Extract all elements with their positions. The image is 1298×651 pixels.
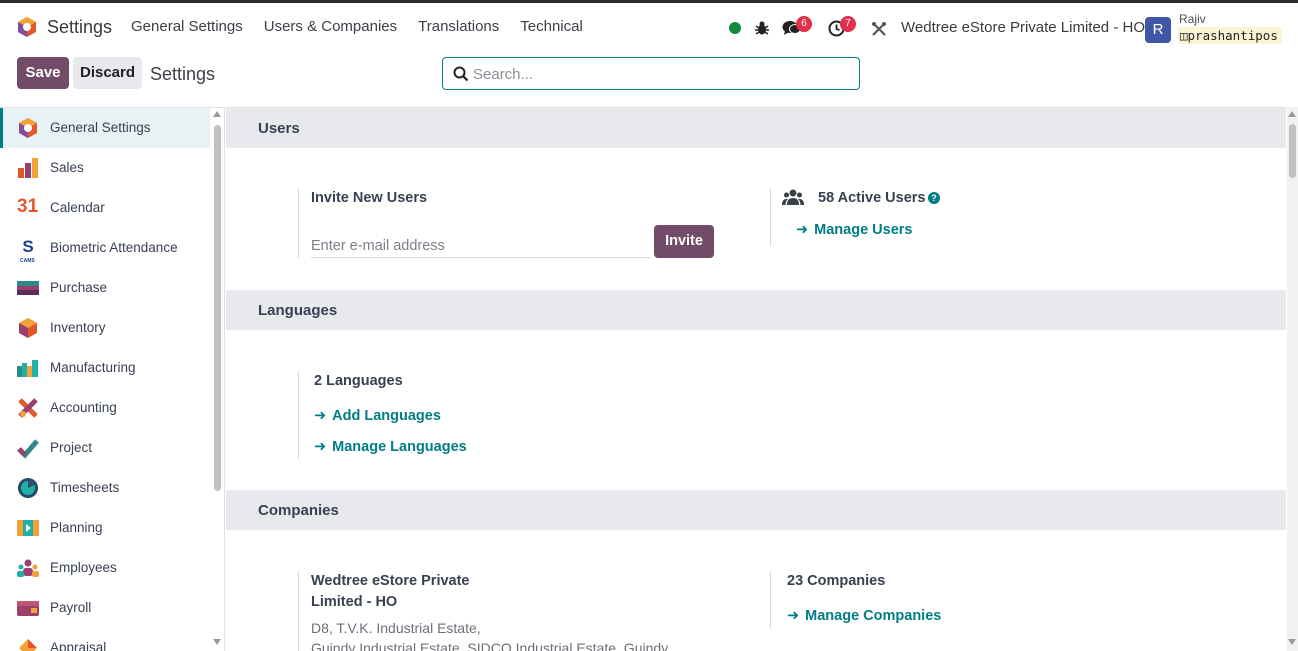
- manage-users-link[interactable]: ➜ Manage Users: [796, 222, 912, 238]
- settings-content: Users Invite New Users Invite 58 Active …: [226, 107, 1286, 651]
- divider: [298, 371, 299, 459]
- database-icon: ◫: [1180, 28, 1188, 43]
- settings-logo-icon[interactable]: [16, 16, 38, 38]
- accounting-app-icon: [18, 398, 38, 418]
- svg-text:S: S: [22, 237, 33, 256]
- sales-app-icon: [18, 158, 38, 178]
- purchase-app-icon: [17, 281, 39, 295]
- content-scrollbar-track[interactable]: [1287, 107, 1298, 651]
- arrow-right-icon: ➜: [787, 608, 800, 624]
- manufacturing-app-icon: [17, 360, 38, 377]
- sidebar-item-planning[interactable]: Planning: [0, 508, 210, 548]
- menu-general-settings[interactable]: General Settings: [131, 18, 243, 35]
- sidebar-scroll-up-icon[interactable]: [213, 111, 221, 117]
- content-scrollbar[interactable]: [1289, 124, 1296, 178]
- settings-sidebar: General Settings Sales 31 Calendar S CAM…: [0, 107, 225, 651]
- company-name-line1: Wedtree eStore Private: [311, 573, 470, 589]
- appraisal-app-icon: [19, 639, 37, 651]
- sidebar-item-calendar[interactable]: 31 Calendar: [0, 188, 210, 228]
- project-app-icon: [17, 439, 39, 459]
- sidebar-scroll-down-icon[interactable]: [213, 639, 221, 645]
- employees-app-icon: [17, 559, 39, 577]
- database-name: ◫prashantipos: [1178, 27, 1282, 44]
- divider: [770, 188, 771, 246]
- help-icon[interactable]: ?: [928, 192, 940, 204]
- settings-app-icon: [19, 118, 37, 138]
- breadcrumb: Settings: [150, 64, 216, 84]
- sidebar-scrollbar[interactable]: [214, 125, 221, 491]
- content-scroll-up-icon[interactable]: [1288, 111, 1296, 117]
- add-languages-link[interactable]: ➜ Add Languages: [314, 408, 441, 424]
- active-users-count: 58 Active Users: [818, 190, 926, 206]
- invite-button[interactable]: Invite: [654, 225, 714, 258]
- sidebar-item-purchase[interactable]: Purchase: [0, 268, 210, 308]
- app-title[interactable]: Settings: [47, 17, 112, 38]
- company-switcher[interactable]: Wedtree eStore Private Limited - HO: [901, 19, 1145, 36]
- manage-languages-link[interactable]: ➜ Manage Languages: [314, 439, 467, 455]
- top-navbar: Settings General Settings Users & Compan…: [0, 0, 1298, 50]
- arrow-right-icon: ➜: [796, 222, 809, 238]
- email-field[interactable]: [311, 234, 651, 258]
- sidebar-item-sales[interactable]: Sales: [0, 148, 210, 188]
- divider: [298, 571, 299, 651]
- section-companies-header: Companies: [226, 490, 1286, 530]
- payroll-app-icon: [17, 601, 39, 616]
- sidebar-item-payroll[interactable]: Payroll: [0, 588, 210, 628]
- search-box[interactable]: [442, 57, 860, 90]
- menu-translations[interactable]: Translations: [418, 18, 499, 35]
- sidebar-item-project[interactable]: Project: [0, 428, 210, 468]
- sidebar-item-employees[interactable]: Employees: [0, 548, 210, 588]
- companies-count: 23 Companies: [787, 573, 886, 589]
- company-address-line2: Guindy Industrial Estate, SIDCO Industri…: [311, 640, 669, 651]
- sidebar-item-general-settings[interactable]: General Settings: [0, 108, 210, 148]
- menu-users-companies[interactable]: Users & Companies: [264, 18, 397, 35]
- timesheets-app-icon: [18, 478, 38, 498]
- search-input[interactable]: [473, 64, 843, 84]
- languages-count: 2 Languages: [314, 373, 403, 389]
- arrow-right-icon: ➜: [314, 408, 327, 424]
- sidebar-item-inventory[interactable]: Inventory: [0, 308, 210, 348]
- section-languages-header: Languages: [226, 290, 1286, 330]
- user-name[interactable]: Rajiv: [1179, 12, 1206, 26]
- calendar-app-icon: 31: [17, 196, 39, 217]
- save-button[interactable]: Save: [17, 57, 69, 89]
- discard-button[interactable]: Discard: [73, 57, 142, 89]
- activities-badge: 7: [840, 16, 856, 32]
- planning-app-icon: [17, 520, 39, 536]
- content-scroll-down-icon[interactable]: [1288, 639, 1296, 645]
- sidebar-item-biometric-attendance[interactable]: S CAMS Biometric Attendance: [0, 228, 210, 268]
- bug-icon[interactable]: [754, 20, 770, 36]
- status-online-icon[interactable]: [729, 22, 741, 34]
- menu-technical[interactable]: Technical: [520, 18, 583, 35]
- divider: [298, 188, 299, 258]
- messages-badge: 6: [796, 16, 812, 32]
- sidebar-item-appraisal[interactable]: Appraisal: [0, 628, 210, 651]
- biometric-app-icon: S: [22, 237, 33, 256]
- invite-title: Invite New Users: [311, 190, 428, 206]
- manage-companies-link[interactable]: ➜ Manage Companies: [787, 608, 941, 624]
- sidebar-item-manufacturing[interactable]: Manufacturing: [0, 348, 210, 388]
- users-group-icon: [782, 189, 804, 205]
- sidebar-item-timesheets[interactable]: Timesheets: [0, 468, 210, 508]
- divider: [770, 571, 771, 629]
- main-menu: General Settings Users & Companies Trans…: [131, 18, 604, 35]
- avatar[interactable]: R: [1145, 17, 1171, 43]
- company-name-line2: Limited - HO: [311, 594, 398, 610]
- arrow-right-icon: ➜: [314, 439, 327, 455]
- tools-icon[interactable]: [871, 21, 887, 37]
- inventory-app-icon: [19, 318, 37, 338]
- section-users-header: Users: [226, 108, 1286, 148]
- company-address-line1: D8, T.V.K. Industrial Estate,: [311, 620, 481, 636]
- search-icon: [453, 66, 469, 82]
- sidebar-item-accounting[interactable]: Accounting: [0, 388, 210, 428]
